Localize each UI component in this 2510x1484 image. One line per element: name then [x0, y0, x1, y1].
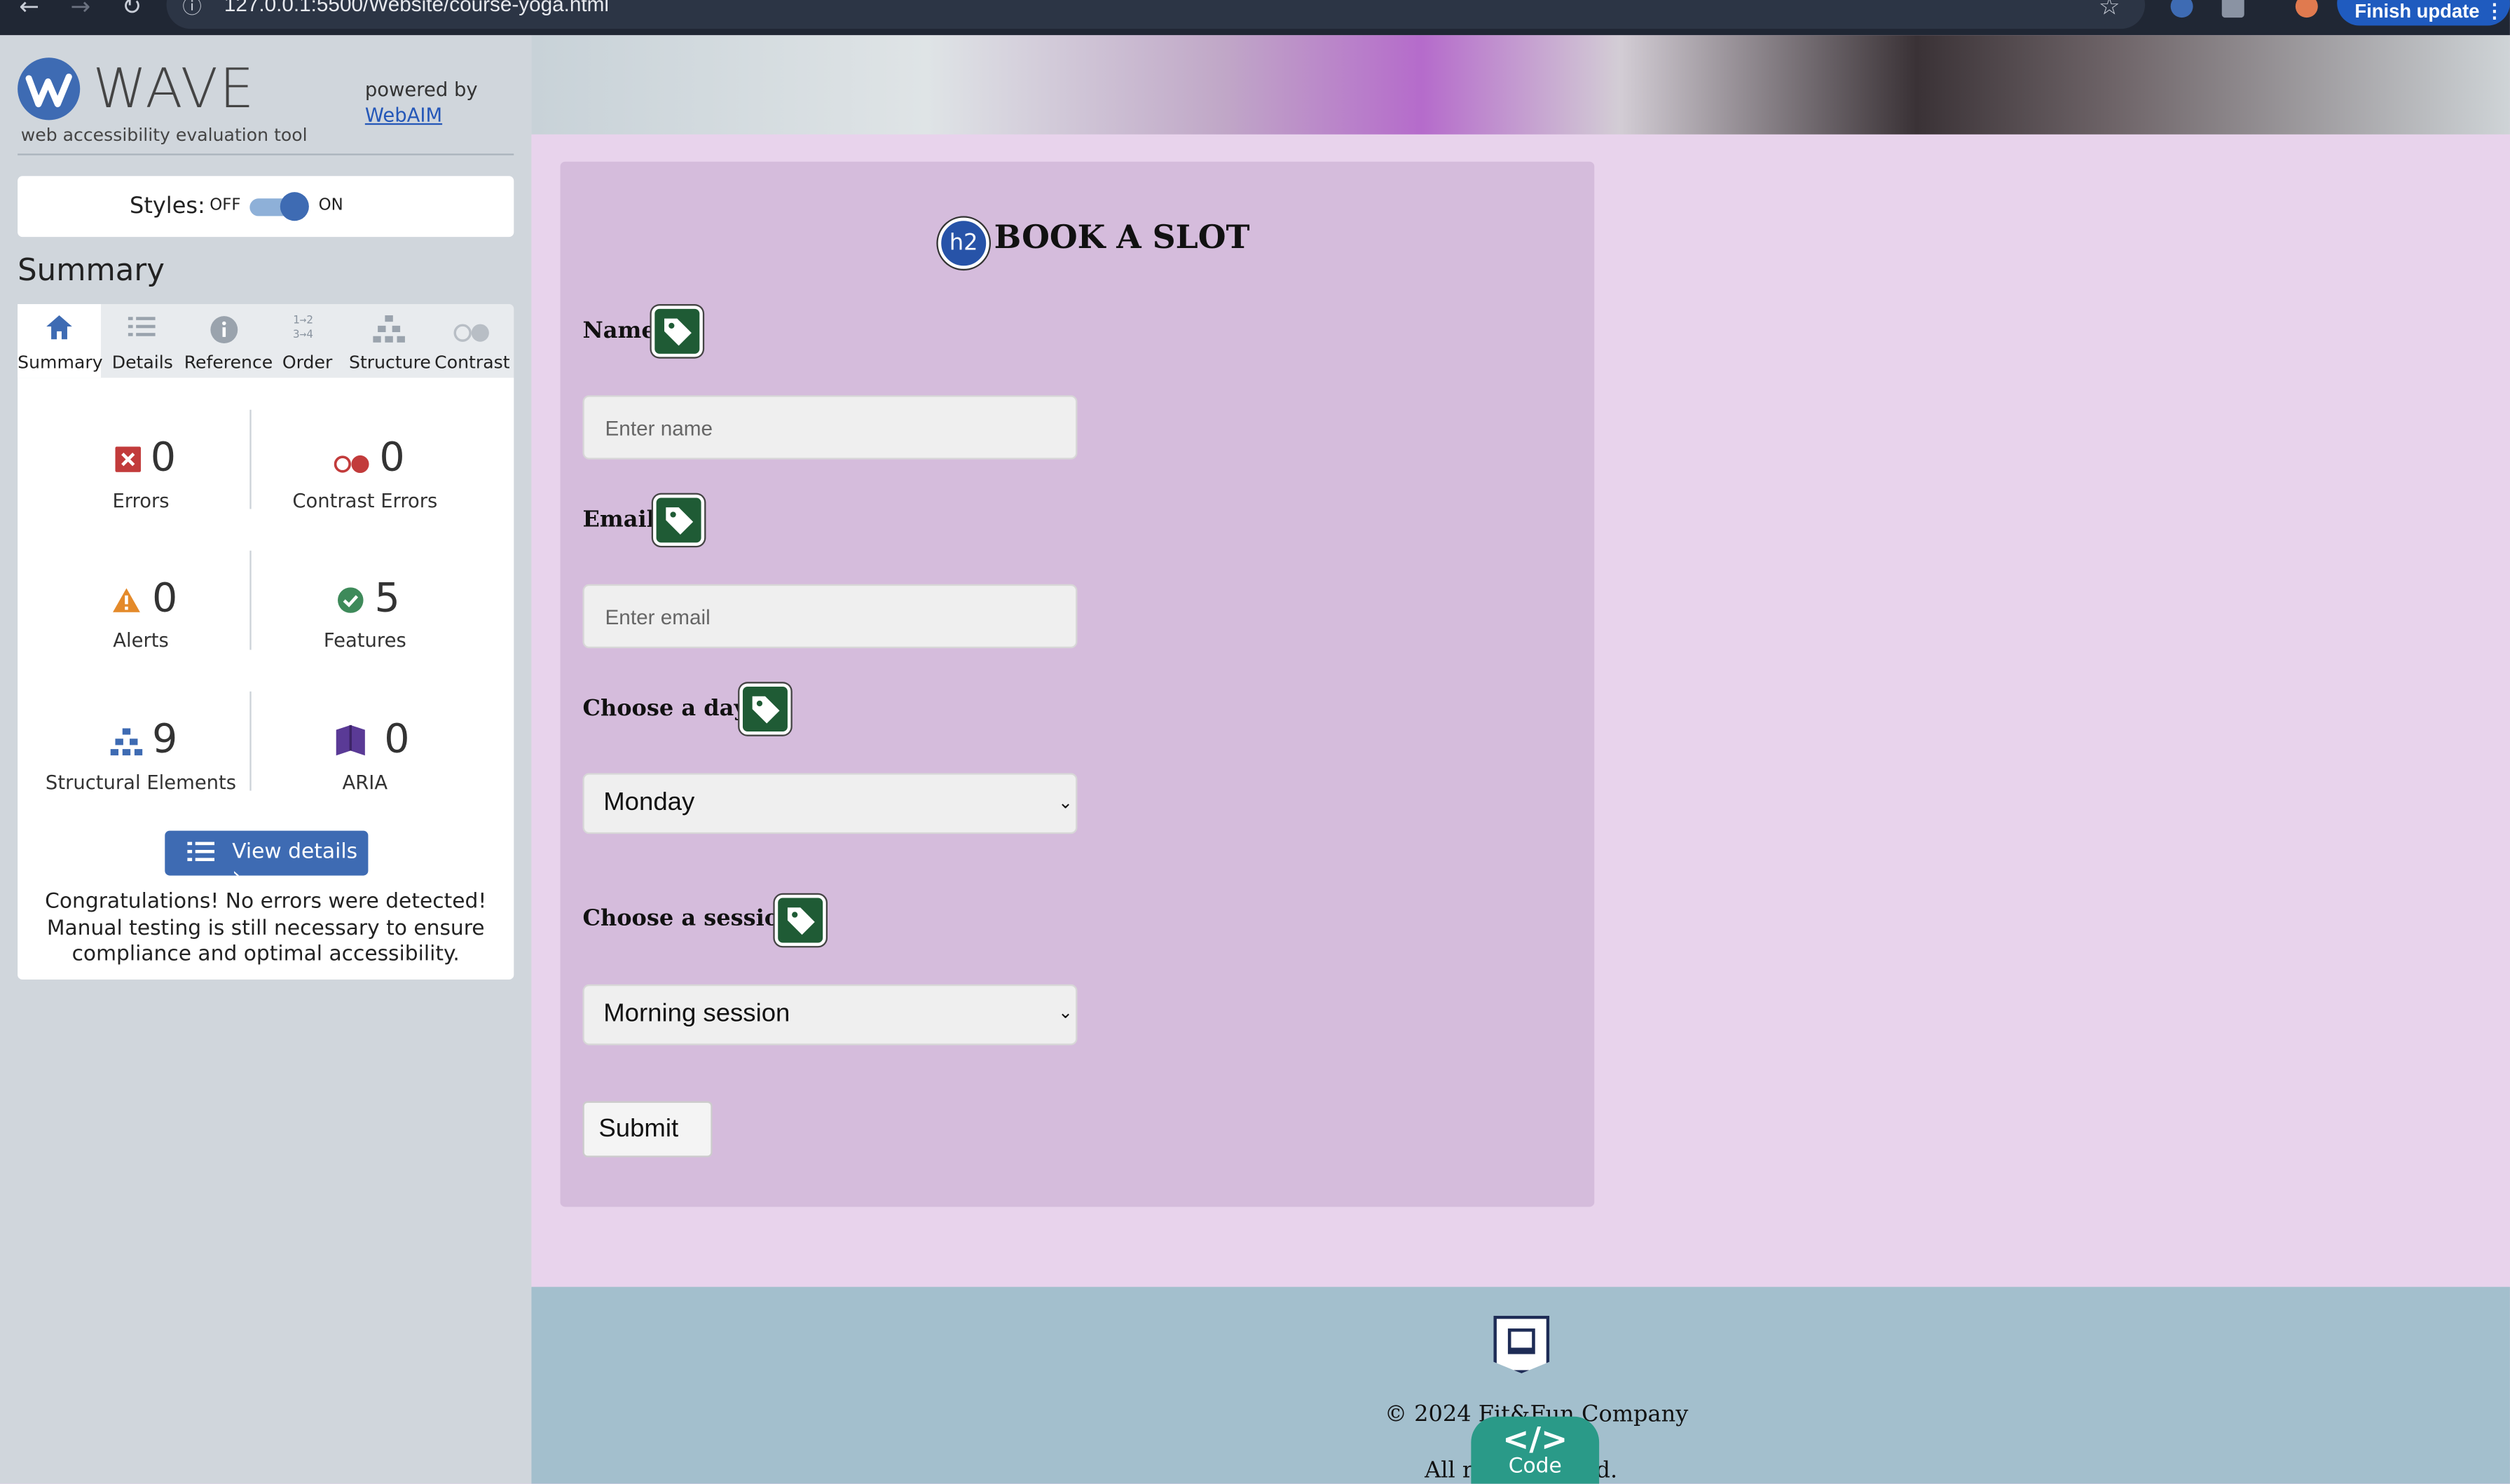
submit-button[interactable]: Submit	[582, 1101, 713, 1157]
finish-update-label: Finish update	[2354, 0, 2480, 22]
wave-title: WAVE	[92, 57, 256, 122]
contrast-errors-count: 0	[379, 434, 405, 481]
booking-form-card	[560, 161, 1595, 1207]
day-select[interactable]: Monday	[582, 773, 1078, 834]
powered-by-text: powered by	[364, 78, 478, 101]
tab-summary-label: Summary	[18, 352, 103, 373]
feature-check-icon	[338, 587, 364, 619]
alert-icon	[112, 587, 141, 619]
stats-divider	[249, 550, 252, 650]
day-label: Choose a day:	[582, 696, 755, 722]
session-select[interactable]: Morning session	[582, 984, 1078, 1045]
address-bar-url: 127.0.0.1:5500/Website/course-yoga.html	[224, 0, 610, 16]
chevron-down-icon: ⌄	[1057, 1002, 1074, 1023]
styles-off-label: OFF	[210, 196, 241, 215]
email-label: Email:	[582, 507, 664, 533]
details-list-icon	[187, 840, 215, 870]
tab-contrast-label: Contrast	[434, 352, 510, 373]
name-input[interactable]: Enter name	[582, 395, 1078, 460]
contrast-errors-label: Contrast Errors	[292, 490, 438, 513]
hero-image	[531, 35, 2510, 135]
tab-reference-label: Reference	[184, 352, 273, 373]
more-menu-icon: ⋮	[2485, 0, 2504, 22]
alerts-label: Alerts	[113, 628, 169, 652]
stats-divider	[249, 409, 252, 509]
structural-label: Structural Elements	[45, 771, 237, 795]
label-tag-icon	[653, 494, 705, 546]
back-icon[interactable]: ←	[19, 0, 39, 21]
code-toggle-button[interactable]: </> Code	[1471, 1416, 1600, 1484]
wave-landmark-icon	[1493, 1315, 1550, 1374]
webaim-link[interactable]: WebAIM	[365, 104, 442, 126]
aria-label: ARIA	[342, 771, 388, 795]
features-label: Features	[323, 628, 406, 652]
bookmark-star-icon[interactable]: ☆	[2099, 0, 2120, 21]
styles-on-label: ON	[318, 196, 343, 215]
rights-text-start: All r	[1425, 1458, 1474, 1484]
summary-heading: Summary	[18, 252, 165, 289]
error-icon	[115, 446, 142, 479]
stats-divider	[249, 691, 252, 791]
tab-order-label: Order	[282, 352, 333, 373]
session-label: Choose a session:	[582, 905, 804, 932]
aria-icon	[333, 724, 368, 765]
finish-update-button[interactable]: Finish update ⋮	[2337, 0, 2510, 26]
label-tag-icon	[739, 683, 791, 735]
rights-text-end: d.	[1596, 1458, 1618, 1484]
structural-count: 9	[152, 715, 178, 762]
wave-subtitle: web accessibility evaluation tool	[20, 125, 308, 146]
order-icon: 1→2 3→4	[293, 313, 313, 341]
errors-count: 0	[150, 434, 177, 481]
wave-h2-badge-icon: h2	[938, 217, 989, 269]
tab-details-label: Details	[111, 352, 173, 373]
errors-label: Errors	[112, 490, 170, 513]
features-count: 5	[374, 575, 400, 621]
email-input[interactable]: Enter email	[582, 584, 1078, 649]
chevron-down-icon: ⌄	[1057, 792, 1074, 813]
code-icon: </>	[1502, 1420, 1568, 1459]
styles-label: Styles:	[130, 193, 205, 219]
wave-logo-icon	[18, 57, 81, 121]
contrast-error-icon	[333, 450, 371, 480]
tab-structure-label: Structure	[348, 352, 431, 373]
structure-element-icon	[110, 728, 143, 762]
site-info-icon[interactable]: ⓘ	[182, 0, 201, 19]
styles-toggle-knob[interactable]	[280, 192, 309, 221]
list-icon	[128, 315, 157, 345]
booking-heading: BOOK A SLOT	[994, 217, 1250, 256]
label-tag-icon	[774, 894, 826, 947]
aria-count: 0	[384, 715, 410, 762]
forward-icon[interactable]: →	[71, 0, 91, 21]
extensions-icon[interactable]	[2221, 0, 2244, 18]
structure-icon	[373, 315, 405, 349]
contrast-icon	[453, 319, 491, 349]
code-label: Code	[1508, 1455, 1562, 1479]
home-icon	[45, 314, 74, 348]
info-icon	[210, 315, 238, 350]
label-tag-icon	[651, 305, 703, 357]
alerts-count: 0	[152, 575, 178, 621]
sidebar-divider	[18, 153, 514, 156]
congrats-message: Congratulations! No errors were detected…	[45, 890, 487, 967]
reload-icon[interactable]: ↻	[122, 0, 142, 21]
